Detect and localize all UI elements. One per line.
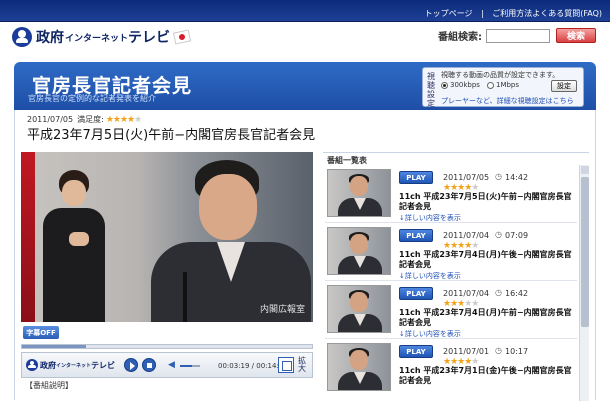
program-banner: 官房長官記者会見 官房長官の定例的な記者発表を紹介 視聴設定 視聴する動画の品質… [14,62,596,110]
player-logo: 政府 インターネット テレビ [26,359,115,371]
item-thumbnail[interactable] [327,285,391,333]
quality-option-1mbps[interactable]: 1Mbps [487,81,519,89]
program-subtitle: 官房長官の定例的な記者発表を紹介 [28,94,156,103]
list-item: PLAY 2011/07/05 ◷ 14:42 ★★★★★ 11ch 平成23年… [325,165,577,223]
player-controls: 政府 インターネット テレビ ◀ 00:03:19 / 00:14:42 拡大 [21,352,313,378]
program-description-heading: 【番組説明】 [25,381,73,390]
quality-settings-panel: 視聴設定 視聴する動画の品質が設定できます。 300kbps 1Mbps 設定 … [422,67,584,108]
video-watermark: 内閣広報室 [259,305,305,315]
quality-option-label: 1Mbps [496,81,520,89]
item-duration: 16:42 [505,289,529,298]
item-play-button[interactable]: PLAY [399,287,433,300]
list-item: PLAY 2011/07/01 ◷ 10:17 ★★★★★ 11ch 平成23年… [325,339,577,397]
scroll-thumb[interactable] [581,177,589,327]
program-list: 番組一覧表 PLAY 2011/07/05 ◷ 14:42 ★★★★★ 11ch… [323,152,589,401]
item-date: 2011/07/04 [443,289,490,298]
item-thumbnail[interactable] [327,227,391,275]
logo-text-main: 政府 [36,30,64,46]
player-logo-mid: インターネット [56,362,92,369]
list-scrollbar[interactable] [579,165,589,401]
top-link-faq[interactable]: ご利用方法よくある質問(FAQ) [492,9,602,18]
volume-control[interactable]: ◀ [168,360,200,370]
play-button[interactable] [124,358,138,372]
item-duration: 07:09 [505,231,529,240]
program-search: 番組検索: 検索 [438,28,596,43]
zoom-label[interactable]: 拡大 [298,357,310,373]
site-logo[interactable]: 政府 インターネット テレビ [12,27,192,47]
item-detail-link[interactable]: ↓詳しい内容を表示 [399,271,461,281]
search-input[interactable] [486,28,550,43]
sign-language-interpreter [39,170,109,322]
main-content: 2011/07/05 満足度: ★★★★★ 平成23年7月5日(火)午前−内閣官… [14,110,596,401]
item-play-button[interactable]: PLAY [399,229,433,242]
quality-detail-link[interactable]: プレーヤーなど、詳細な視聴設定はこちら [441,96,574,106]
item-thumbnail[interactable] [327,343,391,391]
seek-progress [22,345,86,348]
stop-button[interactable] [142,358,156,372]
volume-slider[interactable] [180,365,200,367]
microphone [183,272,187,322]
government-logo-icon [26,359,38,371]
item-duration: 14:42 [505,173,529,182]
search-button[interactable]: 検索 [556,28,596,43]
item-duration: 10:17 [505,347,529,356]
quality-option-label: 300kbps [450,81,480,89]
item-title[interactable]: 11ch 平成23年7月5日(火)午前−内閣官房長官記者会見 [399,192,575,212]
item-date: 2011/07/05 [443,173,490,182]
clock-icon: ◷ [495,172,502,181]
top-strip: トップページ | ご利用方法よくある質問(FAQ) [0,0,610,22]
list-item: PLAY 2011/07/04 ◷ 07:09 ★★★★★ 11ch 平成23年… [325,223,577,281]
item-date: 2011/07/04 [443,231,490,240]
player-logo-end: テレビ [91,360,116,370]
logo-text-mid: インターネット [65,33,129,44]
radio-icon[interactable] [487,81,494,89]
item-thumbnail[interactable] [327,169,391,217]
caption-toggle-button[interactable]: 字幕OFF [23,326,59,339]
item-title[interactable]: 11ch 平成23年7月4日(月)午前−内閣官房長官記者会見 [399,308,575,328]
radio-selected-icon[interactable] [441,81,448,89]
quality-option-300kbps[interactable]: 300kbps [441,81,480,89]
item-detail-link[interactable]: ↓詳しい内容を表示 [399,213,461,223]
item-title[interactable]: 11ch 平成23年7月1日(金)午後−内閣官房長官記者会見 [399,366,575,386]
quality-set-button[interactable]: 設定 [551,80,577,92]
logo-text-end: テレビ [128,30,171,46]
speaker-icon: ◀ [168,360,175,370]
flag-backdrop [21,152,35,322]
search-label: 番組検索: [438,32,482,43]
speaker [151,160,311,322]
list-item: PLAY 2011/07/04 ◷ 16:42 ★★★★★ 11ch 平成23年… [325,281,577,339]
top-links: トップページ | ご利用方法よくある質問(FAQ) [419,8,602,19]
top-link-separator: | [481,9,484,18]
site-header: 政府 インターネット テレビ 番組検索: 検索 [0,22,610,60]
top-link-home[interactable]: トップページ [425,9,473,18]
item-title[interactable]: 11ch 平成23年7月4日(月)午後−内閣官房長官記者会見 [399,250,575,270]
clock-icon: ◷ [495,230,502,239]
player-logo-main: 政府 [40,360,56,370]
quality-note: 視聴する動画の品質が設定できます。 [441,71,560,79]
item-date: 2011/07/01 [443,347,490,356]
item-play-button[interactable]: PLAY [399,171,433,184]
video-player[interactable]: 内閣広報室 [21,152,313,322]
scroll-up-icon[interactable] [581,166,589,174]
video-date: 2011/07/05 [27,115,74,124]
japan-flag-icon [172,29,192,45]
clock-icon: ◷ [495,288,502,297]
fullscreen-icon[interactable] [278,357,294,373]
quality-side-label: 視聴設定 [427,72,435,108]
rating-stars: ★★★★★ [105,114,142,125]
seek-bar[interactable] [21,344,313,349]
volume-level [180,365,192,367]
video-title: 平成23年7月5日(火)午前−内閣官房長官記者会見 [27,128,316,143]
government-logo-icon [12,27,32,47]
item-play-button[interactable]: PLAY [399,345,433,358]
item-detail-link[interactable]: ↓詳しい内容を表示 [399,329,461,339]
clock-icon: ◷ [495,346,502,355]
